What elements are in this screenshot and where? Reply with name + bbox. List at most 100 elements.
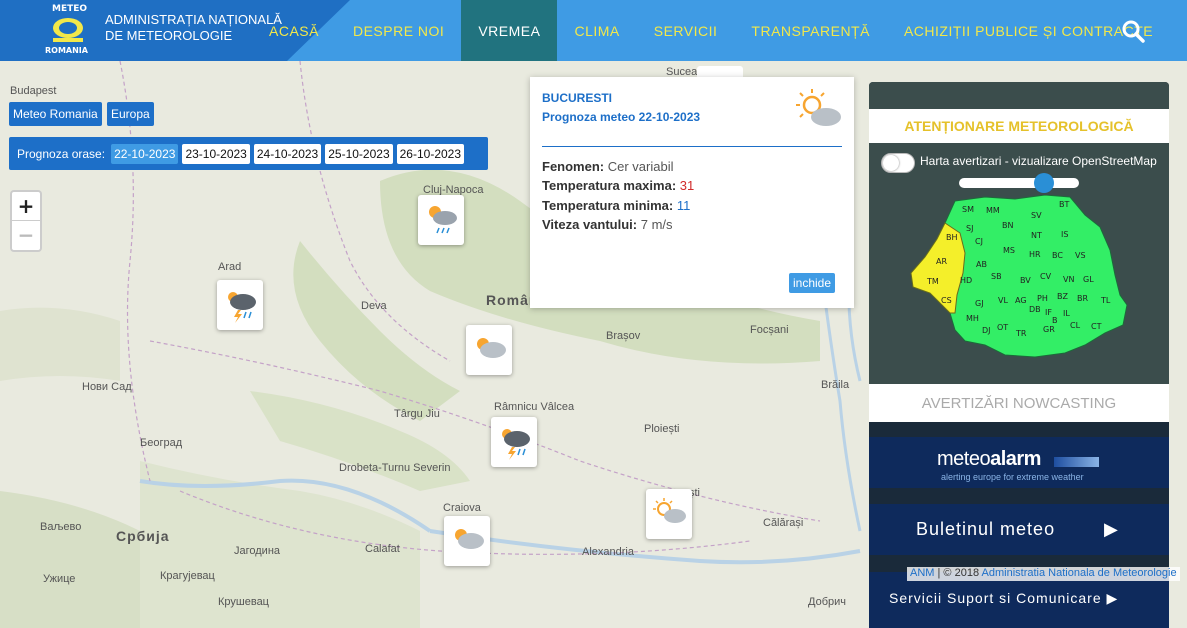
place-targu-jiu: Târgu Jiu [394,408,440,420]
svg-text:AR: AR [936,257,947,266]
svg-text:CT: CT [1091,322,1102,331]
place-ramnicu: Râmnicu Vâlcea [494,401,575,413]
svg-text:TR: TR [1015,329,1027,338]
popup-city: BUCURESTI [542,91,613,105]
svg-text:MS: MS [1003,246,1015,255]
nav-transparenta[interactable]: TRANSPARENȚĂ [734,0,887,61]
svg-text:CJ: CJ [975,237,983,246]
osm-toggle[interactable] [881,153,915,173]
date-button-1[interactable]: 22-10-2023 [111,143,179,164]
zoom-out-button[interactable]: − [12,221,40,250]
search-icon[interactable] [1120,18,1146,44]
zoom-in-button[interactable]: + [12,192,40,221]
svg-text:BH: BH [946,233,958,242]
nowcasting-button[interactable]: AVERTIZĂRI NOWCASTING [869,384,1169,422]
svg-text:BC: BC [1052,251,1063,260]
weather-marker-arad[interactable] [217,280,263,330]
weather-marker-bucuresti[interactable] [646,489,692,539]
place-alexandria: Alexandria [582,546,634,558]
place-ploiesti: Ploiești [644,423,680,435]
svg-text:SB: SB [991,272,1002,281]
main-nav: ACASĂ DESPRE NOI VREMEA CLIMA SERVICII T… [252,0,1170,61]
place-craiova: Craiova [443,502,481,514]
warnings-panel: ATENȚIONARE METEOROLOGICĂ Harta avertiza… [869,82,1169,628]
svg-text:MM: MM [986,206,1000,215]
tmin-row: Temperatura minima: 11 [542,198,690,213]
tmax-row: Temperatura maxima: 31 [542,178,694,193]
place-focsani: Focșani [750,324,789,336]
popup-forecast-title: Prognoza meteo 22-10-2023 [542,110,701,124]
date-button-2[interactable]: 23-10-2023 [182,143,250,164]
svg-text:GL: GL [1083,275,1094,284]
zoom-control: + − [10,190,42,252]
tmin-value: 11 [676,198,691,213]
svg-text:CS: CS [941,296,952,305]
svg-text:IL: IL [1063,309,1070,318]
anm-link[interactable]: ANM [910,567,934,579]
svg-text:BT: BT [1059,200,1069,209]
opacity-slider[interactable] [959,178,1079,188]
map-attribution: ANM | © 2018 Administratia Nationala de … [907,567,1180,581]
close-popup-button[interactable]: inchide [789,273,836,293]
place-deva: Deva [361,300,387,312]
weather-marker-cluj[interactable] [418,195,464,245]
fenomen-value: Cer variabil [607,159,674,174]
svg-text:BZ: BZ [1057,292,1068,301]
vant-value: 7 m/s [640,217,673,232]
europa-button[interactable]: Europa [107,102,154,126]
nav-clima[interactable]: CLIMA [557,0,636,61]
svg-text:BR: BR [1077,294,1088,303]
svg-text:SM: SM [962,205,974,214]
meteoalarm-title: meteoalarm [937,448,1041,471]
warning-title[interactable]: ATENȚIONARE METEOROLOGICĂ [869,109,1169,143]
buletin-label: Buletinul meteo [916,519,1056,539]
tmin-label: Temperatura minima: [542,198,674,213]
buletin-meteo-button[interactable]: Buletinul meteo ▶ [869,504,1169,555]
weather-marker-valcea[interactable] [491,417,537,467]
tmax-label: Temperatura maxima: [542,178,677,193]
place-jagodina: Јагодина [234,545,281,557]
nav-vremea[interactable]: VREMEA [461,0,558,61]
weather-marker-craiova[interactable] [444,516,490,566]
nav-servicii[interactable]: SERVICII [637,0,735,61]
meteo-romania-button[interactable]: Meteo Romania [9,102,102,126]
svg-text:GJ: GJ [975,299,984,308]
thunderstorm-icon [502,429,530,460]
anm-logo[interactable]: METEO ROMANIA [40,4,96,58]
svg-text:AG: AG [1015,296,1027,305]
svg-text:VN: VN [1063,275,1074,284]
nav-despre-noi[interactable]: DESPRE NOI [336,0,461,61]
nav-acasa[interactable]: ACASĂ [252,0,336,61]
meteoalarm-subtitle: alerting europe for extreme weather [941,472,1084,482]
date-button-4[interactable]: 25-10-2023 [325,143,393,164]
svg-text:OT: OT [997,323,1008,332]
svg-text:NT: NT [1031,231,1042,240]
place-arad: Arad [218,261,242,273]
svg-text:HD: HD [960,276,972,285]
logo-top-text: METEO [52,4,88,14]
fenomen-label: Fenomen: [542,159,605,174]
date-button-5[interactable]: 26-10-2023 [396,143,465,164]
play-arrow-icon: ▶ [1106,590,1119,606]
place-novi-sad: Нови Сад [82,381,132,393]
slider-knob[interactable] [1034,173,1054,193]
svg-text:DB: DB [1029,305,1041,314]
place-kragujevac: Крагујевац [160,570,215,582]
svg-text:TM: TM [926,277,939,286]
date-button-3[interactable]: 24-10-2023 [253,143,322,164]
romania-warning-map[interactable]: SM MM SV BT BH SJCJ BN NT IS AR MS HR BC VS TM HD AB C… [905,195,1133,360]
toggle-label: Harta avertizari - vizualizare OpenStree… [920,154,1157,168]
anm-full-link[interactable]: Administratia Nationala de Meteorologie [982,567,1177,579]
partly-cloudy-icon [477,338,506,358]
weather-marker-center[interactable] [466,325,512,375]
svg-text:DJ: DJ [982,326,991,335]
play-arrow-icon: ▶ [1104,519,1119,539]
svg-text:SV: SV [1031,211,1042,220]
svg-text:VL: VL [998,296,1008,305]
meteoalarm-part1: meteo [937,448,991,470]
meteoalarm-banner[interactable]: meteoalarm alerting europe for extreme w… [869,437,1169,488]
svg-text:CV: CV [1040,272,1052,281]
thunderstorm-icon [228,292,256,323]
meteoalarm-part2: alarm [990,448,1041,470]
svg-text:AB: AB [976,260,987,269]
